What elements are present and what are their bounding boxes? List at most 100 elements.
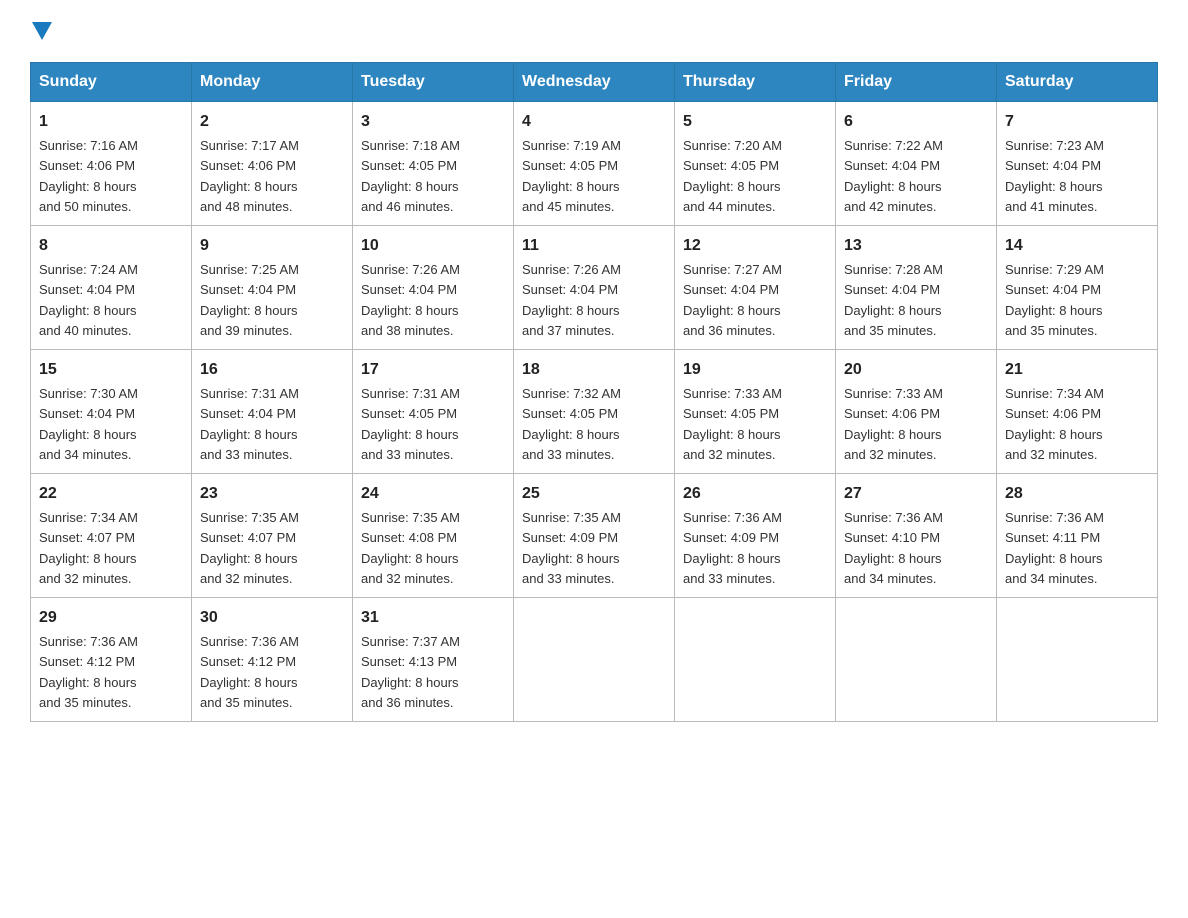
day-info: Sunrise: 7:24 AMSunset: 4:04 PMDaylight:… bbox=[39, 262, 138, 338]
day-info: Sunrise: 7:23 AMSunset: 4:04 PMDaylight:… bbox=[1005, 138, 1104, 214]
calendar-week-row: 1 Sunrise: 7:16 AMSunset: 4:06 PMDayligh… bbox=[31, 102, 1158, 226]
day-info: Sunrise: 7:35 AMSunset: 4:09 PMDaylight:… bbox=[522, 510, 621, 586]
calendar-day-cell: 15 Sunrise: 7:30 AMSunset: 4:04 PMDaylig… bbox=[31, 350, 192, 474]
calendar-day-cell: 5 Sunrise: 7:20 AMSunset: 4:05 PMDayligh… bbox=[675, 102, 836, 226]
calendar-day-cell: 8 Sunrise: 7:24 AMSunset: 4:04 PMDayligh… bbox=[31, 226, 192, 350]
day-info: Sunrise: 7:17 AMSunset: 4:06 PMDaylight:… bbox=[200, 138, 299, 214]
day-info: Sunrise: 7:35 AMSunset: 4:08 PMDaylight:… bbox=[361, 510, 460, 586]
day-info: Sunrise: 7:35 AMSunset: 4:07 PMDaylight:… bbox=[200, 510, 299, 586]
calendar-day-cell: 20 Sunrise: 7:33 AMSunset: 4:06 PMDaylig… bbox=[836, 350, 997, 474]
day-of-week-header: Sunday bbox=[31, 63, 192, 102]
day-info: Sunrise: 7:33 AMSunset: 4:05 PMDaylight:… bbox=[683, 386, 782, 462]
calendar-day-cell bbox=[997, 598, 1158, 722]
calendar-day-cell: 22 Sunrise: 7:34 AMSunset: 4:07 PMDaylig… bbox=[31, 474, 192, 598]
day-number: 31 bbox=[361, 606, 505, 630]
day-info: Sunrise: 7:18 AMSunset: 4:05 PMDaylight:… bbox=[361, 138, 460, 214]
calendar-day-cell: 24 Sunrise: 7:35 AMSunset: 4:08 PMDaylig… bbox=[353, 474, 514, 598]
calendar-table: SundayMondayTuesdayWednesdayThursdayFrid… bbox=[30, 62, 1158, 722]
logo-arrow-icon bbox=[32, 22, 52, 42]
day-info: Sunrise: 7:26 AMSunset: 4:04 PMDaylight:… bbox=[522, 262, 621, 338]
calendar-day-cell: 3 Sunrise: 7:18 AMSunset: 4:05 PMDayligh… bbox=[353, 102, 514, 226]
day-number: 12 bbox=[683, 234, 827, 258]
calendar-day-cell: 31 Sunrise: 7:37 AMSunset: 4:13 PMDaylig… bbox=[353, 598, 514, 722]
day-info: Sunrise: 7:34 AMSunset: 4:07 PMDaylight:… bbox=[39, 510, 138, 586]
day-number: 5 bbox=[683, 110, 827, 134]
day-number: 10 bbox=[361, 234, 505, 258]
day-number: 24 bbox=[361, 482, 505, 506]
day-info: Sunrise: 7:28 AMSunset: 4:04 PMDaylight:… bbox=[844, 262, 943, 338]
day-info: Sunrise: 7:31 AMSunset: 4:04 PMDaylight:… bbox=[200, 386, 299, 462]
day-number: 4 bbox=[522, 110, 666, 134]
day-of-week-header: Tuesday bbox=[353, 63, 514, 102]
day-info: Sunrise: 7:22 AMSunset: 4:04 PMDaylight:… bbox=[844, 138, 943, 214]
calendar-day-cell: 1 Sunrise: 7:16 AMSunset: 4:06 PMDayligh… bbox=[31, 102, 192, 226]
calendar-day-cell: 29 Sunrise: 7:36 AMSunset: 4:12 PMDaylig… bbox=[31, 598, 192, 722]
day-info: Sunrise: 7:36 AMSunset: 4:11 PMDaylight:… bbox=[1005, 510, 1104, 586]
page-header bbox=[30, 20, 1158, 42]
day-of-week-header: Wednesday bbox=[514, 63, 675, 102]
calendar-day-cell: 19 Sunrise: 7:33 AMSunset: 4:05 PMDaylig… bbox=[675, 350, 836, 474]
day-number: 13 bbox=[844, 234, 988, 258]
calendar-day-cell: 27 Sunrise: 7:36 AMSunset: 4:10 PMDaylig… bbox=[836, 474, 997, 598]
day-info: Sunrise: 7:19 AMSunset: 4:05 PMDaylight:… bbox=[522, 138, 621, 214]
calendar-day-cell bbox=[675, 598, 836, 722]
calendar-header-row: SundayMondayTuesdayWednesdayThursdayFrid… bbox=[31, 63, 1158, 102]
calendar-day-cell: 13 Sunrise: 7:28 AMSunset: 4:04 PMDaylig… bbox=[836, 226, 997, 350]
day-number: 8 bbox=[39, 234, 183, 258]
calendar-day-cell: 10 Sunrise: 7:26 AMSunset: 4:04 PMDaylig… bbox=[353, 226, 514, 350]
calendar-day-cell: 9 Sunrise: 7:25 AMSunset: 4:04 PMDayligh… bbox=[192, 226, 353, 350]
day-of-week-header: Thursday bbox=[675, 63, 836, 102]
day-number: 25 bbox=[522, 482, 666, 506]
calendar-day-cell: 2 Sunrise: 7:17 AMSunset: 4:06 PMDayligh… bbox=[192, 102, 353, 226]
day-info: Sunrise: 7:20 AMSunset: 4:05 PMDaylight:… bbox=[683, 138, 782, 214]
calendar-day-cell: 18 Sunrise: 7:32 AMSunset: 4:05 PMDaylig… bbox=[514, 350, 675, 474]
day-number: 11 bbox=[522, 234, 666, 258]
calendar-week-row: 8 Sunrise: 7:24 AMSunset: 4:04 PMDayligh… bbox=[31, 226, 1158, 350]
day-info: Sunrise: 7:30 AMSunset: 4:04 PMDaylight:… bbox=[39, 386, 138, 462]
calendar-day-cell bbox=[514, 598, 675, 722]
day-number: 30 bbox=[200, 606, 344, 630]
calendar-day-cell: 16 Sunrise: 7:31 AMSunset: 4:04 PMDaylig… bbox=[192, 350, 353, 474]
day-number: 17 bbox=[361, 358, 505, 382]
calendar-week-row: 15 Sunrise: 7:30 AMSunset: 4:04 PMDaylig… bbox=[31, 350, 1158, 474]
calendar-day-cell: 4 Sunrise: 7:19 AMSunset: 4:05 PMDayligh… bbox=[514, 102, 675, 226]
calendar-day-cell: 28 Sunrise: 7:36 AMSunset: 4:11 PMDaylig… bbox=[997, 474, 1158, 598]
day-number: 16 bbox=[200, 358, 344, 382]
day-info: Sunrise: 7:33 AMSunset: 4:06 PMDaylight:… bbox=[844, 386, 943, 462]
day-number: 14 bbox=[1005, 234, 1149, 258]
day-number: 23 bbox=[200, 482, 344, 506]
day-info: Sunrise: 7:34 AMSunset: 4:06 PMDaylight:… bbox=[1005, 386, 1104, 462]
day-info: Sunrise: 7:29 AMSunset: 4:04 PMDaylight:… bbox=[1005, 262, 1104, 338]
day-number: 9 bbox=[200, 234, 344, 258]
day-number: 27 bbox=[844, 482, 988, 506]
day-number: 3 bbox=[361, 110, 505, 134]
calendar-day-cell: 26 Sunrise: 7:36 AMSunset: 4:09 PMDaylig… bbox=[675, 474, 836, 598]
day-info: Sunrise: 7:32 AMSunset: 4:05 PMDaylight:… bbox=[522, 386, 621, 462]
day-number: 29 bbox=[39, 606, 183, 630]
calendar-day-cell: 21 Sunrise: 7:34 AMSunset: 4:06 PMDaylig… bbox=[997, 350, 1158, 474]
day-number: 21 bbox=[1005, 358, 1149, 382]
calendar-day-cell: 11 Sunrise: 7:26 AMSunset: 4:04 PMDaylig… bbox=[514, 226, 675, 350]
calendar-day-cell: 17 Sunrise: 7:31 AMSunset: 4:05 PMDaylig… bbox=[353, 350, 514, 474]
day-info: Sunrise: 7:16 AMSunset: 4:06 PMDaylight:… bbox=[39, 138, 138, 214]
day-number: 18 bbox=[522, 358, 666, 382]
day-info: Sunrise: 7:27 AMSunset: 4:04 PMDaylight:… bbox=[683, 262, 782, 338]
day-number: 26 bbox=[683, 482, 827, 506]
calendar-week-row: 22 Sunrise: 7:34 AMSunset: 4:07 PMDaylig… bbox=[31, 474, 1158, 598]
day-info: Sunrise: 7:25 AMSunset: 4:04 PMDaylight:… bbox=[200, 262, 299, 338]
calendar-day-cell: 7 Sunrise: 7:23 AMSunset: 4:04 PMDayligh… bbox=[997, 102, 1158, 226]
day-number: 15 bbox=[39, 358, 183, 382]
day-number: 20 bbox=[844, 358, 988, 382]
day-of-week-header: Saturday bbox=[997, 63, 1158, 102]
calendar-day-cell: 30 Sunrise: 7:36 AMSunset: 4:12 PMDaylig… bbox=[192, 598, 353, 722]
day-number: 7 bbox=[1005, 110, 1149, 134]
logo bbox=[30, 20, 52, 42]
day-info: Sunrise: 7:36 AMSunset: 4:09 PMDaylight:… bbox=[683, 510, 782, 586]
day-of-week-header: Friday bbox=[836, 63, 997, 102]
day-of-week-header: Monday bbox=[192, 63, 353, 102]
calendar-day-cell: 12 Sunrise: 7:27 AMSunset: 4:04 PMDaylig… bbox=[675, 226, 836, 350]
day-number: 22 bbox=[39, 482, 183, 506]
day-number: 19 bbox=[683, 358, 827, 382]
day-info: Sunrise: 7:36 AMSunset: 4:12 PMDaylight:… bbox=[200, 634, 299, 710]
day-info: Sunrise: 7:36 AMSunset: 4:12 PMDaylight:… bbox=[39, 634, 138, 710]
